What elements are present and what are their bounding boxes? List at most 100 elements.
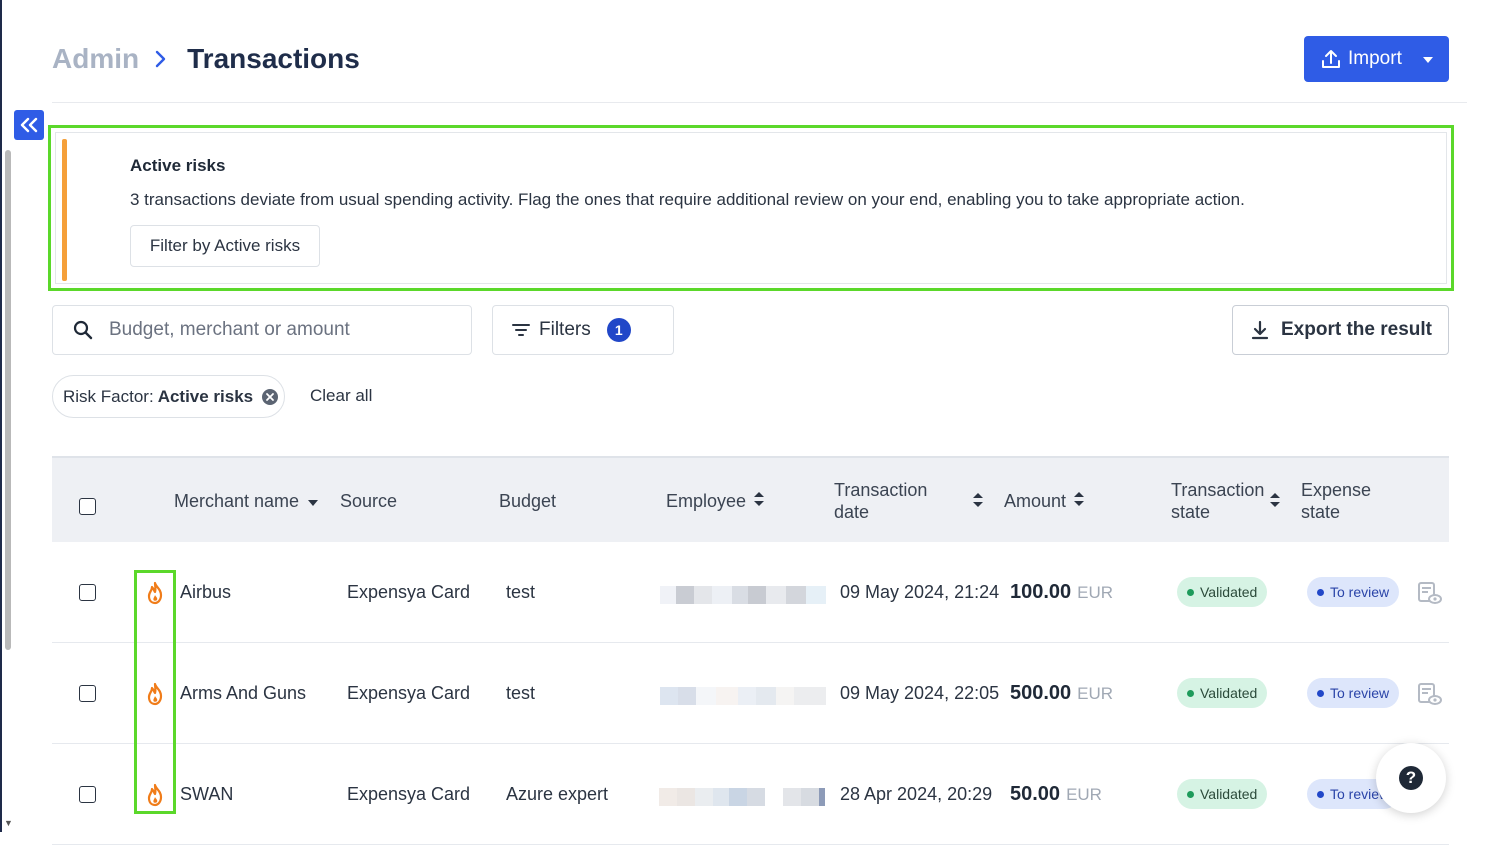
expense-state-label: To review [1330,685,1390,701]
employee-redacted [659,788,825,806]
amount: 100.00 EUR [1010,581,1113,604]
collapse-sidebar-button[interactable] [14,110,44,140]
risk-accent-bar [62,139,67,281]
transaction-state-badge: Validated [1177,577,1268,607]
filters-button[interactable]: Filters 1 [492,305,674,355]
amount-value: 50.00 [1010,783,1061,805]
currency: EUR [1077,583,1114,602]
table-row[interactable]: Airbus Expensya Card test 09 May 2024, 2… [52,542,1449,643]
table-row[interactable]: SWAN Expensya Card Azure expert 28 Apr 2… [52,744,1449,845]
upload-icon [1322,50,1340,68]
sort-icon [1074,492,1085,506]
scroll-down-arrow-icon[interactable]: ▼ [4,818,13,828]
chip-key: Risk Factor: [63,386,154,406]
import-button[interactable]: Import [1304,36,1449,82]
merchant-name[interactable]: Arms And Guns [180,683,306,704]
export-label: Export the result [1281,319,1432,340]
transaction-state-badge: Validated [1177,779,1268,809]
merchant-name[interactable]: SWAN [180,784,233,805]
scrollbar-thumb[interactable] [5,150,11,650]
expense-state-badge: To review [1307,678,1400,708]
column-date-label-2: date [834,502,870,522]
active-risks-banner: Active risks 3 transactions deviate from… [55,132,1447,284]
chip-value: Active risks [157,386,254,406]
breadcrumb-admin-link[interactable]: Admin [52,43,139,75]
column-merchant-label: Merchant name [174,491,300,511]
clear-all-link[interactable]: Clear all [310,386,372,406]
table-row[interactable]: Arms And Guns Expensya Card test 09 May … [52,643,1449,744]
row-checkbox[interactable] [79,584,96,601]
risk-banner-message: 3 transactions deviate from usual spendi… [130,190,1245,209]
column-tstate-label-1: Transaction [1171,480,1265,500]
amount: 50.00 EUR [1010,783,1102,806]
window-left-edge [0,0,2,832]
transaction-state-label: Validated [1200,584,1258,600]
budget: test [506,582,536,602]
risk-banner-title: Active risks [130,156,226,175]
active-risks-banner-highlight: Active risks 3 transactions deviate from… [48,125,1454,291]
filters-count-badge: 1 [606,318,631,342]
currency: EUR [1066,785,1102,804]
column-amount-label: Amount [1004,491,1067,511]
close-circle-icon[interactable] [261,388,279,406]
sort-icon[interactable] [972,492,984,508]
employee-redacted [660,687,826,705]
employee-redacted [660,586,826,604]
select-all-checkbox[interactable] [79,498,96,515]
search-input[interactable] [107,318,447,342]
column-budget: Budget [499,491,557,511]
risk-flags-highlight [134,570,176,814]
transaction-date: 09 May 2024, 22:05 [840,683,1000,703]
column-estate-label-2: state [1301,502,1341,522]
download-icon [1251,320,1269,340]
column-source: Source [340,491,398,511]
column-employee-label: Employee [666,491,747,511]
transaction-date: 09 May 2024, 21:24 [840,582,1000,602]
expense-state-badge: To review [1307,577,1400,607]
import-button-label: Import [1348,48,1402,69]
collapse-sidebar-icon [20,117,38,133]
column-transaction-state[interactable]: Transaction state [1171,479,1264,523]
sort-icon[interactable] [1269,492,1281,508]
column-employee[interactable]: Employee [666,490,765,512]
transaction-state-badge: Validated [1177,678,1268,708]
budget: Azure expert [506,784,609,804]
row-checkbox[interactable] [79,685,96,702]
expense-state-label: To review [1330,584,1390,600]
table-header: Merchant name Source Budget Employee Tra… [52,456,1449,542]
budget: test [506,683,536,703]
amount-value: 100.00 [1010,581,1072,603]
search-icon [73,320,93,340]
source: Expensya Card [347,582,471,602]
column-tstate-label-2: state [1171,502,1211,522]
filter-icon [512,324,530,336]
transaction-state-label: Validated [1200,685,1258,701]
row-checkbox[interactable] [79,786,96,803]
export-result-button[interactable]: Export the result [1232,305,1449,355]
page-title: Transactions [187,43,360,74]
column-date-label-1: Transaction [834,480,928,500]
breadcrumb: Admin Transactions [52,36,360,82]
transaction-date: 28 Apr 2024, 20:29 [840,784,993,804]
active-filter-chip: Risk Factor: Active risks [52,375,285,418]
chevron-right-icon [155,50,167,68]
currency: EUR [1077,684,1114,703]
filters-label: Filters [539,319,591,340]
filter-by-active-risks-button[interactable]: Filter by Active risks [130,225,320,267]
caret-down-icon[interactable] [1422,48,1434,70]
help-button[interactable]: ? [1376,743,1446,813]
receipt-view-icon[interactable] [1416,681,1442,707]
caret-down-icon [308,500,319,506]
column-transaction-date[interactable]: Transaction date [834,479,927,523]
column-estate-label-1: Expense [1301,480,1372,500]
sort-icon [754,492,765,506]
receipt-view-icon[interactable] [1416,580,1442,606]
help-icon: ? [1399,766,1423,790]
column-merchant[interactable]: Merchant name [174,490,319,512]
merchant-name[interactable]: Airbus [180,582,231,603]
search-field[interactable] [52,305,472,355]
source: Expensya Card [347,683,471,703]
transaction-state-label: Validated [1200,786,1258,802]
column-amount[interactable]: Amount [1004,490,1085,512]
source: Expensya Card [347,784,471,804]
